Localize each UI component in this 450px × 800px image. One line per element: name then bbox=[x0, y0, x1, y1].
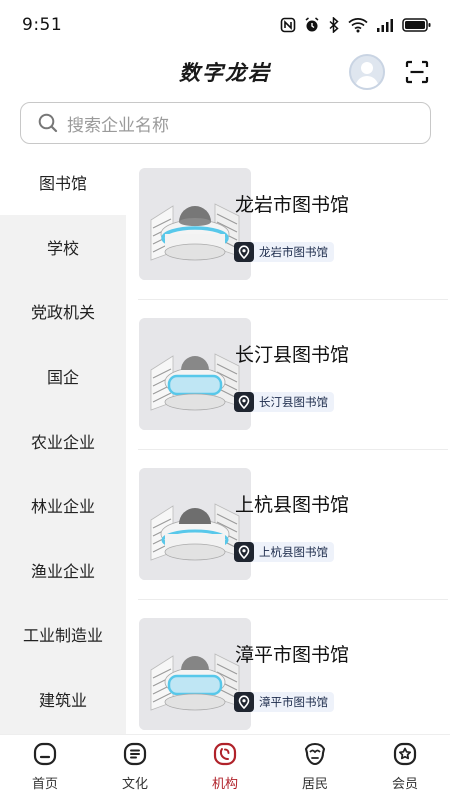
library-building-icon bbox=[139, 318, 251, 430]
category-sidebar: 图书馆 学校 党政机关 国企 农业企业 林业企业 渔业企业 工业制造业 建筑业 bbox=[0, 150, 126, 734]
scan-button[interactable] bbox=[404, 59, 430, 85]
nav-label: 会员 bbox=[391, 777, 418, 792]
sidebar-item-label: 建筑业 bbox=[38, 691, 87, 711]
location-tag-text: 上杭县图书馆 bbox=[259, 545, 328, 559]
location-tag-text: 漳平市图书馆 bbox=[259, 695, 328, 709]
avatar[interactable] bbox=[349, 54, 385, 90]
sidebar-item-label: 渔业企业 bbox=[30, 561, 95, 581]
sidebar-item-label: 国企 bbox=[46, 368, 79, 388]
nav-culture[interactable]: 文化 bbox=[90, 735, 180, 800]
list-item[interactable]: 上杭县图书馆 上杭县图书馆 bbox=[138, 450, 448, 600]
user-avatar-icon bbox=[355, 62, 379, 88]
sidebar-item-manufacturing[interactable]: 工业制造业 bbox=[0, 602, 126, 667]
location-pin-icon bbox=[234, 392, 254, 412]
member-icon bbox=[393, 742, 417, 766]
location-tag: 漳平市图书馆 bbox=[234, 692, 334, 712]
nav-label: 机构 bbox=[211, 777, 238, 792]
institution-name: 长汀县图书馆 bbox=[235, 344, 350, 366]
institution-name: 龙岩市图书馆 bbox=[235, 194, 350, 216]
search-placeholder: 搜索企业名称 bbox=[67, 115, 169, 136]
sidebar-item-state-enterprise[interactable]: 国企 bbox=[0, 344, 126, 409]
library-thumbnail bbox=[139, 468, 251, 580]
status-bar: 9:51 bbox=[0, 0, 450, 50]
nav-label: 居民 bbox=[301, 777, 328, 792]
location-pin-icon bbox=[234, 542, 254, 562]
alarm-icon bbox=[305, 17, 319, 32]
sidebar-item-library[interactable]: 图书馆 bbox=[0, 150, 126, 215]
search-icon bbox=[38, 113, 58, 133]
sidebar-item-label: 图书馆 bbox=[38, 174, 87, 194]
resident-icon bbox=[304, 742, 326, 766]
list-item[interactable]: 长汀县图书馆 长汀县图书馆 bbox=[138, 300, 448, 450]
signal-icon bbox=[377, 19, 393, 32]
bluetooth-icon bbox=[329, 17, 339, 33]
nav-institution[interactable]: 机构 bbox=[180, 735, 270, 800]
scan-icon bbox=[405, 60, 429, 84]
nav-label: 文化 bbox=[121, 777, 148, 792]
list-item[interactable]: 漳平市图书馆 漳平市图书馆 bbox=[138, 600, 436, 734]
list-item[interactable]: 龙岩市图书馆 龙岩市图书馆 bbox=[138, 150, 448, 300]
sidebar-item-school[interactable]: 学校 bbox=[0, 215, 126, 280]
sidebar-item-label: 工业制造业 bbox=[22, 626, 103, 646]
location-tag-text: 长汀县图书馆 bbox=[259, 395, 328, 409]
library-thumbnail bbox=[139, 618, 251, 730]
status-time: 9:51 bbox=[22, 15, 63, 35]
location-tag: 长汀县图书馆 bbox=[234, 392, 334, 412]
location-tag-text: 龙岩市图书馆 bbox=[259, 245, 328, 259]
library-thumbnail bbox=[139, 318, 251, 430]
battery-icon bbox=[402, 18, 431, 32]
sidebar-item-label: 农业企业 bbox=[30, 432, 95, 452]
library-building-icon bbox=[139, 618, 251, 730]
search-input[interactable]: 搜索企业名称 bbox=[20, 102, 431, 144]
sidebar-item-government[interactable]: 党政机关 bbox=[0, 279, 126, 344]
institution-name: 漳平市图书馆 bbox=[235, 644, 350, 666]
nav-home[interactable]: 首页 bbox=[0, 735, 90, 800]
culture-icon bbox=[123, 742, 147, 766]
location-tag: 龙岩市图书馆 bbox=[234, 242, 334, 262]
sidebar-item-label: 党政机关 bbox=[30, 303, 95, 323]
institution-list: 龙岩市图书馆 龙岩市图书馆 长汀县图书馆 长汀县图书馆 上杭县图书馆 上杭县图书… bbox=[126, 150, 450, 734]
location-pin-icon bbox=[234, 242, 254, 262]
status-icons bbox=[280, 17, 432, 33]
app-header: 数字龙岩 bbox=[0, 50, 450, 96]
sidebar-item-forestry[interactable]: 林业企业 bbox=[0, 473, 126, 538]
library-thumbnail bbox=[139, 168, 251, 280]
institution-icon bbox=[213, 742, 237, 766]
location-pin-icon bbox=[234, 692, 254, 712]
sidebar-item-label: 学校 bbox=[46, 238, 79, 258]
sidebar-item-label: 林业企业 bbox=[30, 497, 95, 517]
nav-resident[interactable]: 居民 bbox=[270, 735, 360, 800]
home-icon bbox=[33, 742, 57, 766]
sidebar-item-construction[interactable]: 建筑业 bbox=[0, 667, 126, 732]
location-tag: 上杭县图书馆 bbox=[234, 542, 334, 562]
sidebar-item-fishery[interactable]: 渔业企业 bbox=[0, 538, 126, 603]
wifi-icon bbox=[348, 18, 368, 33]
library-building-icon bbox=[139, 468, 251, 580]
sidebar-item-agriculture[interactable]: 农业企业 bbox=[0, 408, 126, 473]
library-building-icon bbox=[139, 168, 251, 280]
nav-member[interactable]: 会员 bbox=[360, 735, 450, 800]
institution-name: 上杭县图书馆 bbox=[235, 494, 350, 516]
bottom-nav: 首页 文化 机构 居民 会员 bbox=[0, 734, 450, 800]
nav-label: 首页 bbox=[31, 777, 58, 792]
nfc-icon bbox=[280, 17, 296, 33]
